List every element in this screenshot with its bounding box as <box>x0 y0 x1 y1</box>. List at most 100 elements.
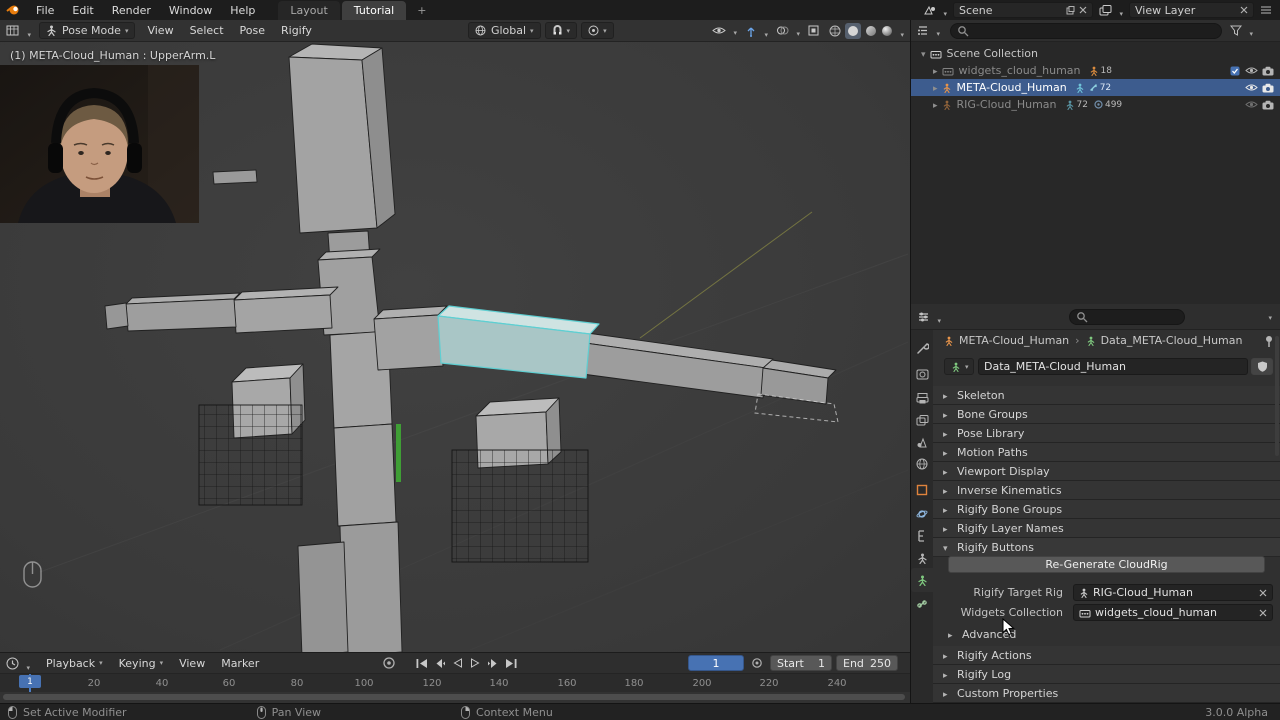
remove-view-layer-icon[interactable] <box>1240 6 1248 14</box>
panel-rigify-layer-names[interactable]: Rigify Layer Names <box>933 519 1280 538</box>
expand-caret-icon[interactable] <box>933 81 942 94</box>
scene-selector[interactable]: Scene <box>953 2 1093 18</box>
workspace-tab-layout[interactable]: Layout <box>278 1 339 20</box>
add-workspace-button[interactable]: + <box>408 0 435 20</box>
editor-type-3d-viewport-icon[interactable] <box>6 24 31 37</box>
scene-browse-icon[interactable] <box>923 5 947 16</box>
tab-output[interactable] <box>911 386 933 410</box>
selected-bone-upperarm[interactable] <box>438 306 599 378</box>
id-name-field[interactable]: Data_META-Cloud_Human <box>978 358 1248 375</box>
panel-motion-paths[interactable]: Motion Paths <box>933 443 1280 462</box>
viewport-menu-view[interactable]: View <box>139 20 181 42</box>
pin-icon[interactable] <box>1264 335 1274 347</box>
transform-orientation-selector[interactable]: Global <box>468 22 541 39</box>
proportional-editing-button[interactable] <box>581 22 614 39</box>
panel-rigify-actions[interactable]: Rigify Actions <box>933 646 1280 665</box>
regenerate-cloudrig-button[interactable]: Re-Generate CloudRig <box>948 556 1265 573</box>
editor-type-outliner-icon[interactable] <box>917 25 940 36</box>
id-browse-button[interactable] <box>944 358 974 375</box>
clear-icon[interactable] <box>1259 609 1267 617</box>
tab-object[interactable] <box>911 478 933 502</box>
viewport-menu-rigify[interactable]: Rigify <box>273 20 320 42</box>
workspace-tab-tutorial[interactable]: Tutorial <box>342 1 406 20</box>
tab-scene[interactable] <box>911 430 933 454</box>
panel-skeleton[interactable]: Skeleton <box>933 386 1280 405</box>
new-scene-icon[interactable] <box>1066 6 1075 15</box>
disable-render-camera-icon[interactable] <box>1262 100 1274 110</box>
next-keyframe-icon[interactable] <box>487 659 498 668</box>
mode-selector[interactable]: Pose Mode <box>39 22 135 39</box>
panel-bone-groups[interactable]: Bone Groups <box>933 405 1280 424</box>
panel-rigify-buttons[interactable]: Rigify Buttons <box>933 538 1280 557</box>
shading-solid-icon[interactable] <box>845 23 861 39</box>
object-visibility-icon[interactable] <box>712 26 737 35</box>
expand-caret-icon[interactable] <box>933 98 942 111</box>
outliner-row-rig-cloud-human[interactable]: RIG-Cloud_Human 72 499 <box>911 96 1280 113</box>
timeline-menu-keying[interactable]: Keying <box>111 652 171 674</box>
editor-divider[interactable] <box>910 20 911 703</box>
3d-viewport[interactable]: (1) META-Cloud_Human : UpperArm.L <box>0 42 910 652</box>
play-icon[interactable] <box>470 658 480 668</box>
outliner-row-scene-collection[interactable]: Scene Collection <box>911 45 1280 62</box>
start-frame-field[interactable]: Start 1 <box>770 655 832 671</box>
viewport-menu-select[interactable]: Select <box>182 20 232 42</box>
tab-tool[interactable] <box>911 336 933 360</box>
auto-keying-icon[interactable] <box>382 656 396 670</box>
shading-rendered-icon[interactable] <box>881 25 904 37</box>
tab-render[interactable] <box>911 362 933 386</box>
clear-icon[interactable] <box>1259 589 1267 597</box>
view-layer-browse-icon[interactable] <box>1099 5 1123 16</box>
xray-toggle-icon[interactable] <box>808 25 819 36</box>
view-layer-selector[interactable]: View Layer <box>1129 2 1254 18</box>
target-rig-field[interactable]: RIG-Cloud_Human <box>1073 584 1273 601</box>
panel-viewport-display[interactable]: Viewport Display <box>933 462 1280 481</box>
disable-render-camera-icon[interactable] <box>1262 66 1274 76</box>
tab-armature-data-active[interactable] <box>911 568 933 592</box>
previous-keyframe-icon[interactable] <box>435 659 446 668</box>
topbar-options-icon[interactable] <box>1260 5 1272 15</box>
expand-caret-icon[interactable] <box>921 47 930 60</box>
menu-file[interactable]: File <box>27 0 63 20</box>
tab-world[interactable] <box>911 452 933 476</box>
panel-pose-library[interactable]: Pose Library <box>933 424 1280 443</box>
filter-icon[interactable] <box>1230 25 1253 36</box>
unlink-scene-icon[interactable] <box>1079 6 1087 14</box>
panel-custom-properties[interactable]: Custom Properties <box>933 684 1280 703</box>
outliner-search-input[interactable] <box>950 23 1222 39</box>
editor-type-properties-icon[interactable] <box>917 311 941 323</box>
tab-view-layer[interactable] <box>911 408 933 432</box>
overlays-toggle-icon[interactable] <box>776 25 800 36</box>
tab-bone[interactable] <box>911 592 933 616</box>
editor-type-timeline-icon[interactable] <box>6 657 30 670</box>
green-bone-line[interactable] <box>396 424 401 482</box>
shading-wireframe-icon[interactable] <box>829 25 841 37</box>
panel-rigify-bone-groups[interactable]: Rigify Bone Groups <box>933 500 1280 519</box>
current-frame-field[interactable]: 1 <box>688 655 744 671</box>
timeline-menu-playback[interactable]: Playback <box>38 652 111 674</box>
hide-eye-icon[interactable] <box>1245 83 1258 92</box>
outliner-row-widgets[interactable]: widgets_cloud_human 18 <box>911 62 1280 79</box>
menu-render[interactable]: Render <box>103 0 160 20</box>
disable-render-camera-icon[interactable] <box>1262 83 1274 93</box>
jump-to-end-icon[interactable] <box>505 659 517 668</box>
timeline-menu-view[interactable]: View <box>171 652 213 674</box>
play-reverse-icon[interactable] <box>453 658 463 668</box>
hide-eye-icon[interactable] <box>1245 100 1258 109</box>
timeline-horizontal-scrollbar[interactable] <box>3 694 905 700</box>
panel-rigify-log[interactable]: Rigify Log <box>933 665 1280 684</box>
tab-object-data[interactable] <box>911 546 933 570</box>
properties-search-input[interactable] <box>1069 309 1185 325</box>
viewport-menu-pose[interactable]: Pose <box>232 20 273 42</box>
outliner-row-meta-cloud-human[interactable]: META-Cloud_Human 72 <box>911 79 1280 96</box>
snapping-button[interactable] <box>545 22 578 39</box>
end-frame-field[interactable]: End 250 <box>836 655 898 671</box>
gizmos-toggle-icon[interactable] <box>745 25 768 37</box>
breadcrumb-data[interactable]: Data_META-Cloud_Human <box>1101 334 1243 347</box>
hide-eye-icon[interactable] <box>1245 66 1258 75</box>
fake-user-shield-button[interactable] <box>1251 358 1273 375</box>
panel-inverse-kinematics[interactable]: Inverse Kinematics <box>933 481 1280 500</box>
blender-logo-icon[interactable] <box>6 4 21 16</box>
jump-to-start-icon[interactable] <box>416 659 428 668</box>
menu-help[interactable]: Help <box>221 0 264 20</box>
widgets-collection-field[interactable]: widgets_cloud_human <box>1073 604 1273 621</box>
